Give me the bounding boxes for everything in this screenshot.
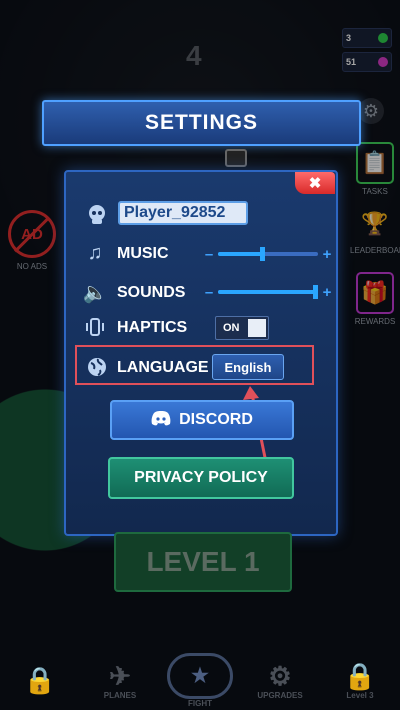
nav-planes-label: PLANES [103, 690, 137, 700]
highlight-frame [75, 345, 314, 385]
sounds-plus-button[interactable]: + [321, 284, 333, 301]
sounds-label: SOUNDS [117, 284, 186, 301]
discord-icon [151, 410, 171, 431]
nav-locked-level3[interactable]: 🔒 Level 3 [325, 661, 395, 700]
discord-label: DISCORD [179, 411, 253, 428]
music-label: MUSIC [117, 245, 169, 262]
haptics-toggle[interactable]: ON [215, 316, 269, 340]
upgrade-gear-icon: ⚙ [268, 660, 292, 691]
music-note-icon: ♫ [87, 241, 103, 264]
nav-upgrades-label: UPGRADES [257, 690, 303, 700]
level-play-label: LEVEL 1 [146, 546, 260, 577]
privacy-policy-label: PRIVACY POLICY [134, 469, 268, 486]
haptics-toggle-state: ON [223, 322, 240, 334]
music-minus-button[interactable]: – [203, 246, 215, 263]
nav-fight[interactable]: ★ FIGHT [165, 652, 235, 708]
settings-title-banner: SETTINGS [42, 100, 361, 146]
nav-planes[interactable]: ✈ PLANES [85, 661, 155, 700]
close-icon: ✖ [308, 175, 322, 192]
nav-fight-label: FIGHT [188, 698, 212, 708]
privacy-policy-button[interactable]: PRIVACY POLICY [108, 457, 294, 499]
nav-locked-left[interactable]: 🔒 [5, 665, 75, 695]
music-slider-fill [218, 252, 263, 256]
discord-button[interactable]: DISCORD [110, 400, 294, 440]
haptics-toggle-knob [248, 319, 266, 337]
music-slider[interactable]: – + [203, 246, 333, 263]
settings-title: SETTINGS [144, 111, 258, 134]
haptics-label: HAPTICS [117, 319, 188, 336]
vibration-icon [82, 314, 108, 340]
level-play-button[interactable]: LEVEL 1 [114, 532, 292, 592]
fight-emblem-icon: ★ [167, 652, 233, 699]
tv-icon [225, 149, 247, 167]
bottom-navigation: 🔒 ✈ PLANES ★ FIGHT ⚙ UPGRADES 🔒 Level 3 [0, 650, 400, 710]
music-slider-track[interactable] [218, 247, 318, 261]
avatar-icon [84, 202, 110, 228]
speaker-icon: 🔈 [82, 281, 108, 304]
music-slider-knob[interactable] [260, 247, 265, 261]
plane-icon: ✈ [109, 660, 131, 691]
sounds-slider-knob[interactable] [313, 285, 318, 299]
sounds-slider-fill [218, 290, 316, 294]
sounds-minus-button[interactable]: – [203, 284, 215, 301]
music-plus-button[interactable]: + [321, 246, 333, 263]
sounds-slider[interactable]: – + [203, 284, 333, 301]
lock-icon: 🔒 [23, 665, 57, 695]
player-name-field[interactable]: Player_92852 [118, 201, 248, 225]
sounds-slider-track[interactable] [218, 285, 318, 299]
lock-icon: 🔒 [343, 660, 377, 691]
nav-locked-level3-label: Level 3 [346, 690, 374, 700]
nav-upgrades[interactable]: ⚙ UPGRADES [245, 661, 315, 700]
close-button[interactable]: ✖ [295, 172, 335, 194]
